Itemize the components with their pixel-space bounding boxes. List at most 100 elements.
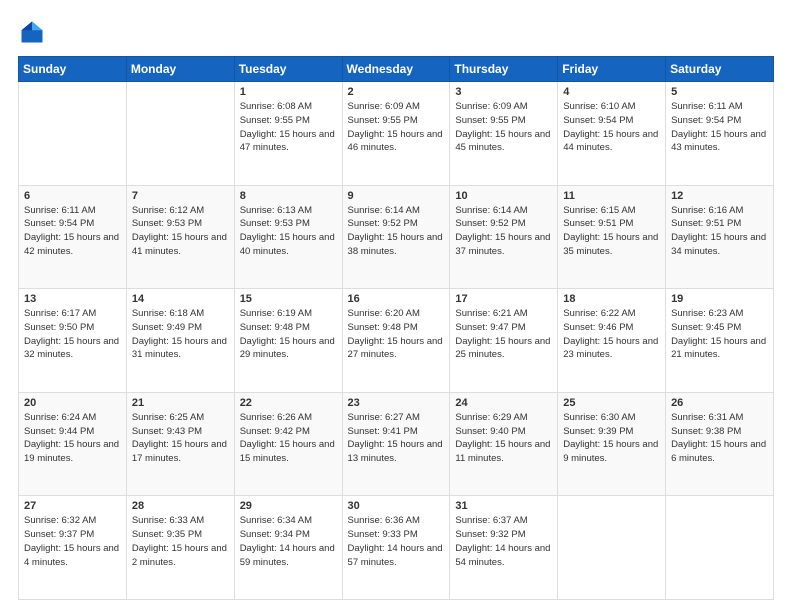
calendar-cell: [666, 496, 774, 600]
calendar-cell: 11Sunrise: 6:15 AM Sunset: 9:51 PM Dayli…: [558, 185, 666, 289]
day-info: Sunrise: 6:18 AM Sunset: 9:49 PM Dayligh…: [132, 307, 229, 362]
page: Sunday Monday Tuesday Wednesday Thursday…: [0, 0, 792, 612]
day-info: Sunrise: 6:25 AM Sunset: 9:43 PM Dayligh…: [132, 411, 229, 466]
calendar-cell: 22 Sunrise: 6:26 AM Sunset: 9:42 PM Dayli…: [234, 392, 342, 496]
calendar-cell: [19, 82, 127, 186]
day-number: 13: [24, 293, 121, 305]
calendar-week-row: 13 Sunrise: 6:17 AM Sunset: 9:50 PM Dayli…: [19, 289, 774, 393]
day-info: Sunrise: 6:29 AM Sunset: 9:40 PM Dayligh…: [455, 411, 552, 466]
day-number: 5: [671, 86, 768, 98]
day-info: Sunrise: 6:19 AM Sunset: 9:48 PM Dayligh…: [240, 307, 337, 362]
day-info: Sunrise: 6:34 AM Sunset: 9:34 PM Dayligh…: [240, 514, 337, 569]
calendar-cell: 15Sunrise: 6:19 AM Sunset: 9:48 PM Dayli…: [234, 289, 342, 393]
day-info: Sunrise: 6:24 AM Sunset: 9:44 PM Dayligh…: [24, 411, 121, 466]
day-number: 7: [132, 190, 229, 202]
day-info: Sunrise: 6:16 AM Sunset: 9:51 PM Dayligh…: [671, 204, 768, 259]
day-number: 26: [671, 397, 768, 409]
day-number: 22: [240, 397, 337, 409]
day-number: 8: [240, 190, 337, 202]
calendar-cell: 1 Sunrise: 6:08 AM Sunset: 9:55 PM Daylig…: [234, 82, 342, 186]
day-number: 18: [563, 293, 660, 305]
calendar-cell: 7 Sunrise: 6:12 AM Sunset: 9:53 PM Daylig…: [126, 185, 234, 289]
calendar-cell: 17 Sunrise: 6:21 AM Sunset: 9:47 PM Dayli…: [450, 289, 558, 393]
calendar-cell: 8 Sunrise: 6:13 AM Sunset: 9:53 PM Daylig…: [234, 185, 342, 289]
col-monday: Monday: [126, 57, 234, 82]
day-info: Sunrise: 6:08 AM Sunset: 9:55 PM Dayligh…: [240, 100, 337, 155]
day-info: Sunrise: 6:37 AM Sunset: 9:32 PM Dayligh…: [455, 514, 552, 569]
calendar-cell: 16Sunrise: 6:20 AM Sunset: 9:48 PM Dayli…: [342, 289, 450, 393]
calendar-cell: 4Sunrise: 6:10 AM Sunset: 9:54 PM Daylig…: [558, 82, 666, 186]
col-thursday: Thursday: [450, 57, 558, 82]
day-number: 20: [24, 397, 121, 409]
day-info: Sunrise: 6:22 AM Sunset: 9:46 PM Dayligh…: [563, 307, 660, 362]
day-number: 29: [240, 500, 337, 512]
calendar-cell: 14 Sunrise: 6:18 AM Sunset: 9:49 PM Dayli…: [126, 289, 234, 393]
day-number: 16: [348, 293, 445, 305]
day-number: 6: [24, 190, 121, 202]
day-number: 24: [455, 397, 552, 409]
col-wednesday: Wednesday: [342, 57, 450, 82]
day-info: Sunrise: 6:09 AM Sunset: 9:55 PM Dayligh…: [348, 100, 445, 155]
calendar-cell: 18 Sunrise: 6:22 AM Sunset: 9:46 PM Dayli…: [558, 289, 666, 393]
day-info: Sunrise: 6:11 AM Sunset: 9:54 PM Dayligh…: [24, 204, 121, 259]
day-info: Sunrise: 6:27 AM Sunset: 9:41 PM Dayligh…: [348, 411, 445, 466]
calendar-cell: [558, 496, 666, 600]
calendar-cell: [126, 82, 234, 186]
col-friday: Friday: [558, 57, 666, 82]
day-info: Sunrise: 6:30 AM Sunset: 9:39 PM Dayligh…: [563, 411, 660, 466]
calendar-cell: 3Sunrise: 6:09 AM Sunset: 9:55 PM Daylig…: [450, 82, 558, 186]
col-saturday: Saturday: [666, 57, 774, 82]
calendar-cell: 10Sunrise: 6:14 AM Sunset: 9:52 PM Dayli…: [450, 185, 558, 289]
day-number: 19: [671, 293, 768, 305]
col-tuesday: Tuesday: [234, 57, 342, 82]
calendar-cell: 19 Sunrise: 6:23 AM Sunset: 9:45 PM Dayli…: [666, 289, 774, 393]
day-info: Sunrise: 6:17 AM Sunset: 9:50 PM Dayligh…: [24, 307, 121, 362]
calendar-table: Sunday Monday Tuesday Wednesday Thursday…: [18, 56, 774, 600]
calendar-cell: 31 Sunrise: 6:37 AM Sunset: 9:32 PM Dayli…: [450, 496, 558, 600]
calendar-header-row: Sunday Monday Tuesday Wednesday Thursday…: [19, 57, 774, 82]
calendar-cell: 2Sunrise: 6:09 AM Sunset: 9:55 PM Daylig…: [342, 82, 450, 186]
calendar-cell: 25 Sunrise: 6:30 AM Sunset: 9:39 PM Dayli…: [558, 392, 666, 496]
calendar-cell: 21Sunrise: 6:25 AM Sunset: 9:43 PM Dayli…: [126, 392, 234, 496]
calendar-week-row: 20 Sunrise: 6:24 AM Sunset: 9:44 PM Dayli…: [19, 392, 774, 496]
calendar-week-row: 6 Sunrise: 6:11 AM Sunset: 9:54 PM Daylig…: [19, 185, 774, 289]
logo: [18, 18, 50, 46]
col-sunday: Sunday: [19, 57, 127, 82]
day-info: Sunrise: 6:13 AM Sunset: 9:53 PM Dayligh…: [240, 204, 337, 259]
day-number: 14: [132, 293, 229, 305]
day-number: 17: [455, 293, 552, 305]
calendar-week-row: 27 Sunrise: 6:32 AM Sunset: 9:37 PM Dayli…: [19, 496, 774, 600]
day-number: 28: [132, 500, 229, 512]
header: [18, 18, 774, 46]
day-info: Sunrise: 6:32 AM Sunset: 9:37 PM Dayligh…: [24, 514, 121, 569]
day-number: 9: [348, 190, 445, 202]
day-number: 4: [563, 86, 660, 98]
day-info: Sunrise: 6:14 AM Sunset: 9:52 PM Dayligh…: [455, 204, 552, 259]
day-info: Sunrise: 6:36 AM Sunset: 9:33 PM Dayligh…: [348, 514, 445, 569]
day-number: 1: [240, 86, 337, 98]
calendar-cell: 30 Sunrise: 6:36 AM Sunset: 9:33 PM Dayli…: [342, 496, 450, 600]
calendar-cell: 24 Sunrise: 6:29 AM Sunset: 9:40 PM Dayli…: [450, 392, 558, 496]
day-number: 31: [455, 500, 552, 512]
calendar-cell: 6 Sunrise: 6:11 AM Sunset: 9:54 PM Daylig…: [19, 185, 127, 289]
day-number: 12: [671, 190, 768, 202]
day-number: 3: [455, 86, 552, 98]
day-info: Sunrise: 6:12 AM Sunset: 9:53 PM Dayligh…: [132, 204, 229, 259]
calendar-cell: 27 Sunrise: 6:32 AM Sunset: 9:37 PM Dayli…: [19, 496, 127, 600]
calendar-cell: 20 Sunrise: 6:24 AM Sunset: 9:44 PM Dayli…: [19, 392, 127, 496]
logo-icon: [18, 18, 46, 46]
day-number: 30: [348, 500, 445, 512]
day-info: Sunrise: 6:11 AM Sunset: 9:54 PM Dayligh…: [671, 100, 768, 155]
day-info: Sunrise: 6:23 AM Sunset: 9:45 PM Dayligh…: [671, 307, 768, 362]
day-info: Sunrise: 6:26 AM Sunset: 9:42 PM Dayligh…: [240, 411, 337, 466]
day-number: 25: [563, 397, 660, 409]
day-info: Sunrise: 6:21 AM Sunset: 9:47 PM Dayligh…: [455, 307, 552, 362]
day-info: Sunrise: 6:31 AM Sunset: 9:38 PM Dayligh…: [671, 411, 768, 466]
calendar-week-row: 1 Sunrise: 6:08 AM Sunset: 9:55 PM Daylig…: [19, 82, 774, 186]
calendar-cell: 5 Sunrise: 6:11 AM Sunset: 9:54 PM Daylig…: [666, 82, 774, 186]
day-number: 27: [24, 500, 121, 512]
day-info: Sunrise: 6:33 AM Sunset: 9:35 PM Dayligh…: [132, 514, 229, 569]
day-number: 11: [563, 190, 660, 202]
day-number: 23: [348, 397, 445, 409]
calendar-cell: 23 Sunrise: 6:27 AM Sunset: 9:41 PM Dayli…: [342, 392, 450, 496]
